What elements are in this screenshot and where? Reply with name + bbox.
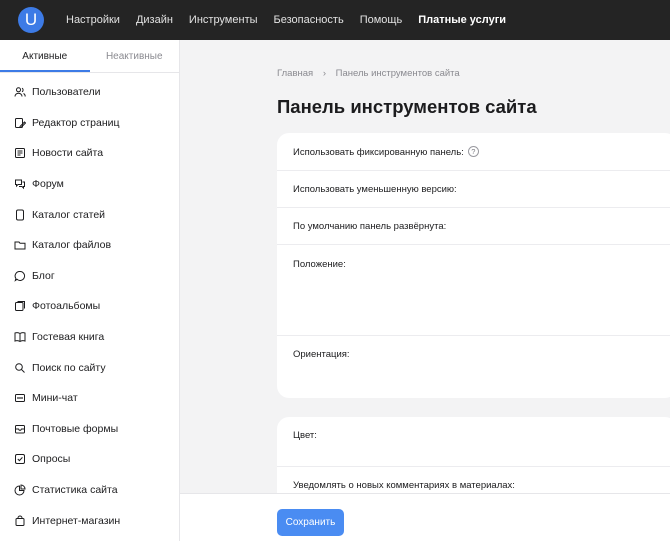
- sidebar-item-label: Редактор страниц: [32, 116, 120, 129]
- sidebar-item-label: Почтовые формы: [32, 422, 119, 435]
- settings-card-panel: Использовать фиксированную панель: ? Исп…: [277, 133, 670, 398]
- setting-row-compact-version: Использовать уменьшенную версию:: [277, 171, 670, 208]
- setting-row-fixed-panel: Использовать фиксированную панель: ?: [277, 133, 670, 171]
- save-footer: Сохранить: [180, 493, 670, 541]
- sidebar-item-search[interactable]: Поиск по сайту: [0, 352, 179, 383]
- sidebar-item-label: Статистика сайта: [32, 484, 118, 497]
- sidebar-item-minichat[interactable]: Мини-чат: [0, 383, 179, 414]
- setting-label-color: Цвет:: [293, 430, 317, 441]
- sidebar-item-page-editor[interactable]: Редактор страниц: [0, 108, 179, 139]
- setting-row-color: Цвет:: [277, 417, 670, 467]
- setting-label-position: Положение:: [293, 259, 346, 270]
- articles-icon: [16, 209, 24, 221]
- poll-icon: [15, 454, 25, 465]
- photo-icon: [15, 301, 25, 312]
- setting-label-expanded-default: По умолчанию панель развёрнута:: [293, 221, 447, 232]
- forum-icon: [15, 179, 25, 190]
- setting-label-orientation: Ориентация:: [293, 349, 350, 360]
- breadcrumb-current: Панель инструментов сайта: [335, 68, 460, 79]
- sidebar-item-guestbook[interactable]: Гостевая книга: [0, 322, 179, 353]
- search-icon: [15, 362, 25, 373]
- top-bar: U Настройки Дизайн Инструменты Безопасно…: [0, 0, 670, 40]
- sidebar-menu: Пользователи Редактор страниц Новости са…: [0, 73, 179, 536]
- sidebar-item-label: Пользователи: [32, 86, 101, 99]
- nav-settings[interactable]: Настройки: [66, 14, 120, 26]
- sidebar-item-label: Каталог статей: [32, 208, 106, 221]
- sidebar-item-label: Блог: [32, 269, 55, 282]
- sidebar-item-news[interactable]: Новости сайта: [0, 138, 179, 169]
- sidebar-item-label: Каталог файлов: [32, 239, 112, 252]
- sidebar-item-label: Поиск по сайту: [32, 361, 106, 374]
- nav-paid-services[interactable]: Платные услуги: [418, 14, 506, 26]
- sidebar: Активные Неактивные Пользователи Редакто…: [0, 40, 180, 541]
- save-button[interactable]: Сохранить: [277, 509, 344, 536]
- main-content: Главная › Панель инструментов сайта Пане…: [180, 40, 670, 541]
- tab-inactive[interactable]: Неактивные: [90, 40, 180, 72]
- setting-label-fixed-panel: Использовать фиксированную панель:: [293, 147, 464, 158]
- news-icon: [15, 148, 25, 159]
- folder-icon: [14, 241, 26, 250]
- breadcrumb-separator: ›: [322, 68, 326, 79]
- sidebar-item-label: Гостевая книга: [32, 331, 105, 344]
- sidebar-item-stats[interactable]: Статистика сайта: [0, 475, 179, 506]
- breadcrumb: Главная › Панель инструментов сайта: [277, 68, 460, 79]
- sidebar-item-photo[interactable]: Фотоальбомы: [0, 291, 179, 322]
- nav-design[interactable]: Дизайн: [136, 14, 173, 26]
- sidebar-item-users[interactable]: Пользователи: [0, 77, 179, 108]
- page-title: Панель инструментов сайта: [277, 96, 537, 117]
- setting-row-position: Положение:: [277, 245, 670, 336]
- blog-icon: [14, 270, 26, 282]
- sidebar-item-shop[interactable]: Интернет-магазин: [0, 505, 179, 536]
- sidebar-item-polls[interactable]: Опросы: [0, 444, 179, 475]
- page-editor-icon: [15, 117, 26, 128]
- shop-icon: [15, 515, 25, 526]
- sidebar-item-articles[interactable]: Каталог статей: [0, 199, 179, 230]
- sidebar-item-label: Опросы: [32, 453, 71, 466]
- sidebar-item-label: Мини-чат: [32, 392, 78, 405]
- top-nav: Настройки Дизайн Инструменты Безопасност…: [66, 14, 522, 26]
- ucoz-logo[interactable]: U: [18, 7, 44, 33]
- sidebar-item-label: Новости сайта: [32, 147, 104, 160]
- users-icon: [14, 87, 26, 97]
- setting-row-orientation: Ориентация:: [277, 336, 670, 398]
- sidebar-item-mailforms[interactable]: Почтовые формы: [0, 414, 179, 445]
- sidebar-item-files[interactable]: Каталог файлов: [0, 230, 179, 261]
- sidebar-item-blog[interactable]: Блог: [0, 261, 179, 292]
- mail-icon: [15, 424, 25, 434]
- breadcrumb-home[interactable]: Главная: [277, 68, 313, 79]
- setting-row-expanded-default: По умолчанию панель развёрнута:: [277, 208, 670, 245]
- nav-security[interactable]: Безопасность: [274, 14, 344, 26]
- help-icon[interactable]: ?: [467, 146, 479, 157]
- sidebar-tabs: Активные Неактивные: [0, 40, 179, 73]
- nav-help[interactable]: Помощь: [360, 14, 403, 26]
- sidebar-item-label: Фотоальбомы: [32, 300, 101, 313]
- sidebar-item-label: Интернет-магазин: [32, 514, 121, 527]
- nav-tools[interactable]: Инструменты: [189, 14, 258, 26]
- sidebar-item-label: Форум: [32, 178, 64, 191]
- book-icon: [14, 332, 26, 343]
- setting-label-compact-version: Использовать уменьшенную версию:: [293, 184, 457, 195]
- setting-label-comment-notify: Уведомлять о новых комментариях в матери…: [293, 480, 515, 491]
- chat-icon: [15, 394, 25, 403]
- stats-icon: [14, 484, 26, 496]
- sidebar-item-forum[interactable]: Форум: [0, 169, 179, 200]
- tab-active[interactable]: Активные: [0, 40, 90, 72]
